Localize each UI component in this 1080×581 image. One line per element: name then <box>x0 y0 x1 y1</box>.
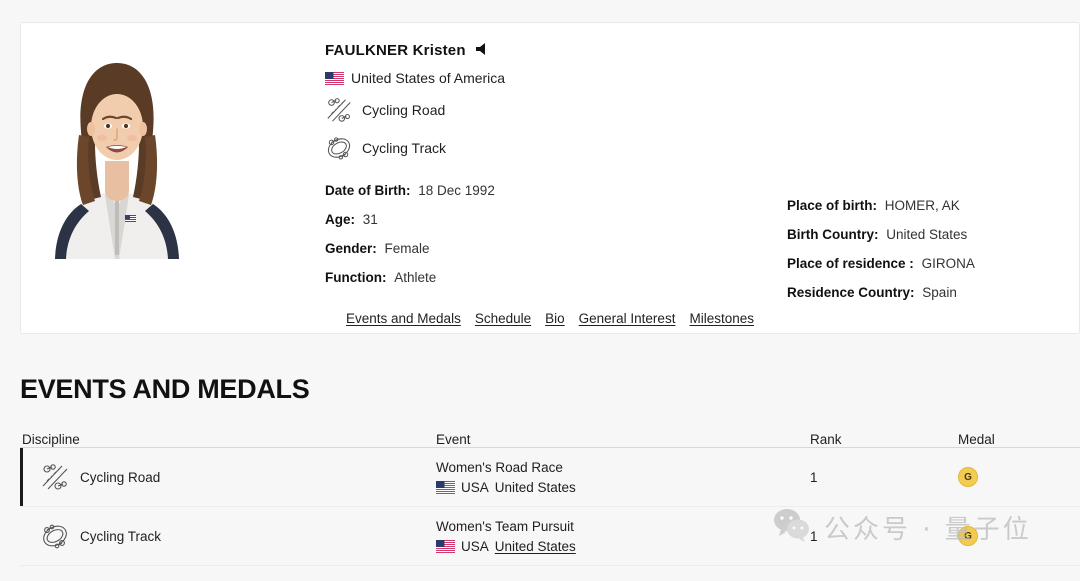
athlete-name-row: FAULKNER Kristen <box>325 41 765 60</box>
column-header-event: Event <box>436 432 471 447</box>
fact-gender: Gender: Female <box>325 234 765 263</box>
fact-place-of-birth: Place of birth: HOMER, AK <box>787 191 1080 220</box>
fact-label: Gender: <box>325 241 377 256</box>
cell-discipline: Cycling Track <box>20 521 436 551</box>
usa-flag-icon <box>436 539 455 553</box>
team-code: USA <box>461 538 489 554</box>
fact-label: Date of Birth: <box>325 183 411 198</box>
link-bio[interactable]: Bio <box>545 311 565 326</box>
event-name: Women's Road Race <box>436 459 563 475</box>
fact-label: Place of residence : <box>787 256 914 271</box>
fact-value: Female <box>384 241 430 256</box>
fact-value: 18 Dec 1992 <box>418 183 495 198</box>
fact-value: GIRONA <box>921 256 975 271</box>
table-row[interactable]: Cycling Road Women's Road Race USA Unite… <box>20 448 1080 507</box>
team-name[interactable]: United States <box>495 539 576 554</box>
fact-label: Age: <box>325 212 355 227</box>
event-team: USA United States <box>436 480 732 495</box>
fact-label: Function: <box>325 270 387 285</box>
fact-value: Athlete <box>394 270 437 285</box>
fact-value: Spain <box>922 285 957 300</box>
cycling-track-icon <box>40 521 70 551</box>
fact-value: 31 <box>362 212 378 227</box>
team-name: United States <box>494 479 576 495</box>
fact-place-of-residence: Place of residence : GIRONA <box>787 249 1080 278</box>
event-team: USA United States <box>436 539 732 554</box>
link-schedule[interactable]: Schedule <box>475 311 531 326</box>
page-root: FAULKNER Kristen United States of Americ… <box>0 0 1080 581</box>
events-medals-table: Discipline Event Rank Medal Cycling Road… <box>20 420 1080 566</box>
discipline-name: Cycling Track <box>80 528 162 544</box>
athlete-sport-cycling-track: Cycling Track <box>325 134 765 162</box>
column-header-discipline: Discipline <box>22 432 80 447</box>
athlete-sport-cycling-road: Cycling Road <box>325 96 765 124</box>
fact-label: Birth Country: <box>787 227 879 242</box>
fact-date-of-birth: Date of Birth: 18 Dec 1992 <box>325 176 765 205</box>
sport-label-cycling-road: Cycling Road <box>362 102 446 118</box>
status-badge: G <box>958 526 978 546</box>
athlete-name: FAULKNER Kristen <box>325 42 466 59</box>
cell-rank: 1 <box>810 528 818 544</box>
cell-event: Women's Team Pursuit USA United States <box>436 519 732 554</box>
athlete-profile-card: FAULKNER Kristen United States of Americ… <box>20 22 1080 334</box>
profile-section-links: Events and Medals Schedule Bio General I… <box>21 311 1079 326</box>
events-section-title: EVENTS AND MEDALS <box>20 374 310 404</box>
column-header-rank: Rank <box>810 432 842 447</box>
cell-medal: G <box>912 526 1080 546</box>
speaker-icon[interactable] <box>476 42 491 61</box>
cell-discipline: Cycling Road <box>20 462 436 492</box>
fact-value: United States <box>886 227 968 242</box>
cycling-road-icon <box>40 462 70 492</box>
table-header-row: Discipline Event Rank Medal <box>20 420 1080 448</box>
link-milestones[interactable]: Milestones <box>689 311 754 326</box>
fact-label: Residence Country: <box>787 285 915 300</box>
athlete-facts-left: Date of Birth: 18 Dec 1992 Age: 31 Gende… <box>325 176 765 292</box>
cycling-road-icon <box>325 96 353 124</box>
fact-residence-country: Residence Country: Spain <box>787 278 1080 307</box>
fact-value: HOMER, AK <box>884 198 960 213</box>
fact-age: Age: 31 <box>325 205 765 234</box>
table-row[interactable]: Cycling Track Women's Team Pursuit USA U… <box>20 507 1080 566</box>
usa-flag-icon <box>436 480 455 494</box>
fact-birth-country: Birth Country: United States <box>787 220 1080 249</box>
cell-rank: 1 <box>810 469 818 485</box>
athlete-country-row: United States of America <box>325 70 765 86</box>
column-header-medal: Medal <box>958 432 995 447</box>
cell-medal: G <box>912 467 1080 487</box>
link-events-and-medals[interactable]: Events and Medals <box>346 311 461 326</box>
row-accent-bar <box>20 448 23 506</box>
athlete-info-column: FAULKNER Kristen United States of Americ… <box>325 41 765 292</box>
cell-event: Women's Road Race USA United States <box>436 460 732 495</box>
athlete-portrait-image <box>37 39 197 259</box>
fact-label: Place of birth: <box>787 198 878 213</box>
athlete-photo <box>37 39 197 259</box>
cycling-track-icon <box>325 134 353 162</box>
team-code: USA <box>461 479 489 495</box>
event-name: Women's Team Pursuit <box>436 518 574 534</box>
sport-label-cycling-track: Cycling Track <box>362 140 447 156</box>
fact-function: Function: Athlete <box>325 263 765 292</box>
athlete-country-label: United States of America <box>351 70 506 86</box>
athlete-facts-right: Place of birth: HOMER, AK Birth Country:… <box>787 191 1080 307</box>
discipline-name: Cycling Road <box>80 469 161 485</box>
usa-flag-icon <box>325 71 344 85</box>
link-general-interest[interactable]: General Interest <box>579 311 676 326</box>
status-badge: G <box>958 467 978 487</box>
